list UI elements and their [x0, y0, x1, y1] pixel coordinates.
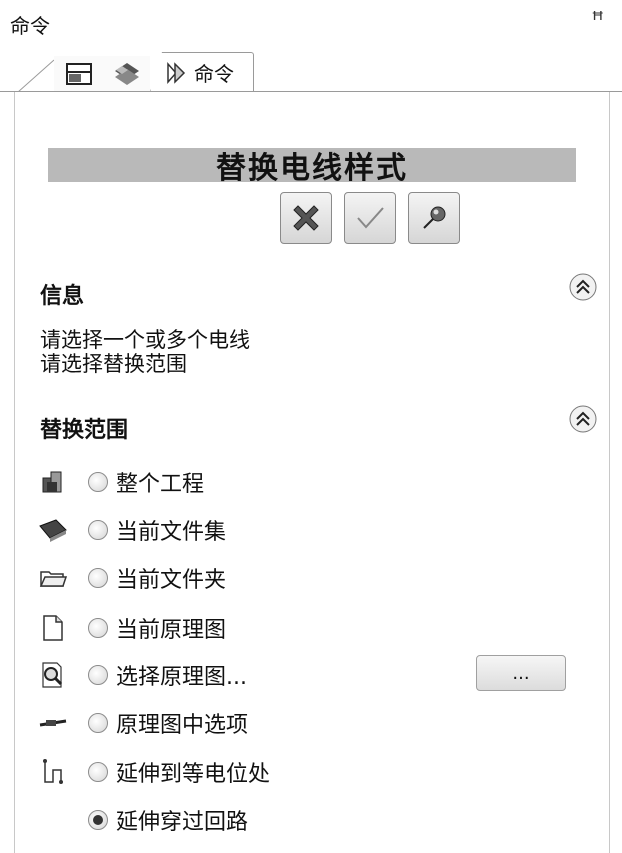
ok-check-icon [357, 207, 384, 229]
model-icon [66, 63, 92, 85]
scope-radio-folder[interactable] [88, 568, 108, 588]
scope-option-selection[interactable]: 原理图中选项 [36, 705, 248, 741]
scope-label-folder: 当前文件夹 [116, 568, 227, 593]
scope-option-schematic[interactable]: 当前原理图 [36, 610, 226, 646]
scope-option-fileset[interactable]: 当前文件集 [36, 512, 226, 548]
scope-label-selection: 原理图中选项 [116, 713, 249, 738]
scope-radio-project[interactable] [88, 472, 108, 492]
tab-strip: 命令 [0, 44, 622, 92]
tab-model[interactable] [54, 56, 106, 92]
cancel-icon [293, 205, 319, 231]
info-text: 请选择一个或多个电线 请选择替换范围 [40, 328, 250, 376]
info-line: 请选择替换范围 [40, 352, 187, 376]
info-line: 请选择一个或多个电线 [40, 328, 250, 352]
panel-title: 命令 [10, 14, 50, 38]
connector-icon [36, 755, 70, 789]
cancel-button[interactable] [280, 192, 332, 244]
scope-heading: 替换范围 [40, 418, 129, 443]
ok-button[interactable] [344, 192, 396, 244]
book-icon [36, 513, 70, 547]
tab-commands-label: 命令 [194, 62, 234, 86]
scope-label-fileset: 当前文件集 [116, 520, 227, 545]
collapse-info-icon[interactable] [568, 272, 598, 302]
scope-radio-schematic[interactable] [88, 618, 108, 638]
pushpin-button[interactable] [408, 192, 460, 244]
scope-option-through-loop[interactable]: 延伸穿过回路 [36, 802, 248, 838]
magnifier-icon [36, 658, 70, 692]
commands-icon [167, 61, 186, 84]
scope-radio-equipotential[interactable] [88, 762, 108, 782]
scope-option-folder[interactable]: 当前文件夹 [36, 560, 226, 596]
blank-icon-slot [36, 803, 70, 837]
auto-hide-pin-icon[interactable]: ꟸ [591, 8, 604, 33]
pushpin-icon [423, 206, 446, 229]
tab-layers[interactable] [104, 56, 150, 92]
project-icon [36, 465, 70, 499]
scope-label-select-schematic: 选择原理图... [116, 665, 247, 690]
tab-commands[interactable]: 命令 [150, 52, 254, 92]
scope-option-project[interactable]: 整个工程 [36, 464, 204, 500]
scope-option-select-schematic[interactable]: 选择原理图... [36, 657, 247, 693]
collapse-scope-icon[interactable] [568, 404, 598, 434]
scope-option-equipotential[interactable]: 延伸到等电位处 [36, 754, 270, 790]
command-title: 替换电线样式 [48, 148, 576, 186]
scope-radio-fileset[interactable] [88, 520, 108, 540]
wire-icon [36, 706, 70, 740]
tab-slant-decoration [18, 59, 55, 92]
folder-icon [36, 561, 70, 595]
layers-icon [115, 63, 139, 85]
scope-label-equipotential: 延伸到等电位处 [116, 762, 271, 787]
scope-radio-through-loop[interactable] [88, 810, 108, 830]
scope-radio-selection[interactable] [88, 713, 108, 733]
document-icon [36, 611, 70, 645]
browse-button[interactable]: ... [476, 655, 566, 691]
scope-radio-select-schematic[interactable] [88, 665, 108, 685]
info-heading: 信息 [40, 284, 85, 309]
scope-label-schematic: 当前原理图 [116, 618, 227, 643]
scope-label-through-loop: 延伸穿过回路 [116, 810, 249, 835]
panel-titlebar: 命令 ꟸ [0, 0, 622, 44]
scope-label-project: 整个工程 [116, 472, 205, 497]
